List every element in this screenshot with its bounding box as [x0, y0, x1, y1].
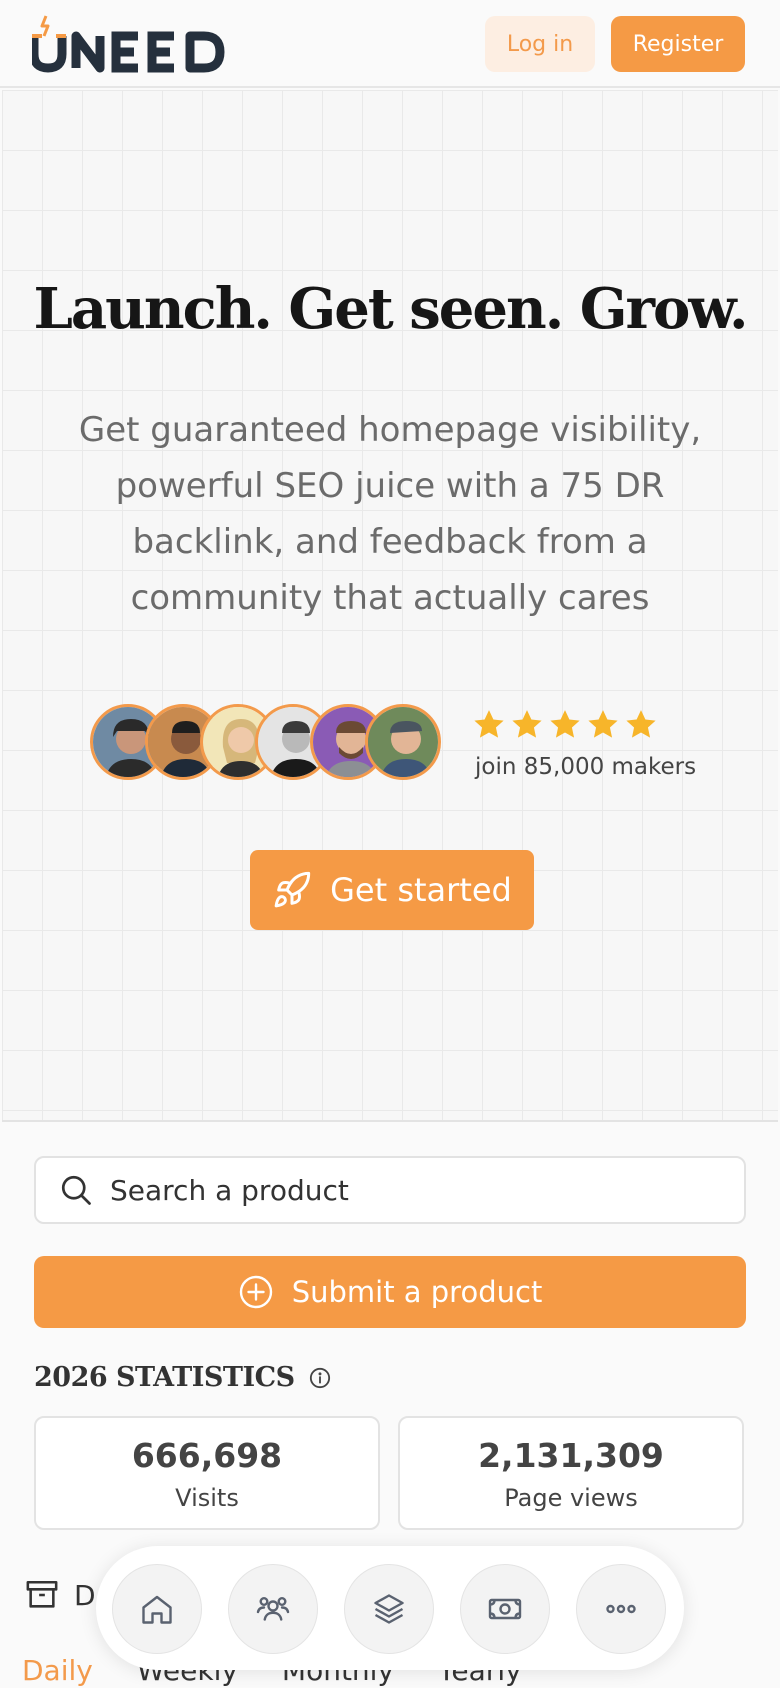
- search-icon: [61, 1175, 91, 1205]
- nav-home-button[interactable]: [112, 1564, 202, 1654]
- statistics-heading: 2026 STATISTICS: [34, 1362, 331, 1393]
- community-icon: [256, 1597, 290, 1621]
- hero-subtitle: Get guaranteed homepage visibility, powe…: [78, 410, 702, 618]
- stat-card-page-views: 2,131,309 Page views: [398, 1416, 744, 1530]
- get-started-button[interactable]: Get started: [250, 850, 534, 930]
- maker-avatars: [90, 704, 460, 786]
- hero-section: Launch. Get seen. Grow. Get guaranteed h…: [2, 90, 778, 1122]
- layers-icon: [374, 1594, 404, 1624]
- hero-title: Launch. Get seen. Grow.: [33, 276, 749, 342]
- star-icon: [512, 710, 542, 738]
- rating-stars: [472, 708, 658, 748]
- top-header: Log in Register: [0, 0, 780, 88]
- uneed-logo[interactable]: [32, 14, 240, 74]
- star-icon: [588, 710, 618, 738]
- star-icon: [474, 710, 504, 738]
- stat-label: Page views: [504, 1484, 638, 1512]
- stat-value: 666,698: [131, 1436, 283, 1475]
- section-header: D: [24, 1578, 96, 1612]
- search-bar[interactable]: [34, 1156, 746, 1224]
- bottom-navigation: [96, 1546, 684, 1670]
- stat-card-visits: 666,698 Visits: [34, 1416, 380, 1530]
- register-button[interactable]: Register: [611, 16, 745, 72]
- submit-product-label: Submit a product: [291, 1275, 543, 1309]
- star-icon: [626, 710, 656, 738]
- stat-value: 2,131,309: [478, 1436, 664, 1475]
- nav-money-button[interactable]: [460, 1564, 550, 1654]
- stat-label: Visits: [175, 1484, 239, 1512]
- info-icon[interactable]: [309, 1367, 331, 1389]
- section-label: D: [74, 1578, 96, 1612]
- search-input[interactable]: [108, 1172, 712, 1208]
- get-started-label: Get started: [330, 871, 512, 909]
- nav-more-button[interactable]: [576, 1564, 666, 1654]
- more-icon: [606, 1604, 636, 1614]
- star-icon: [550, 710, 580, 738]
- nav-community-button[interactable]: [228, 1564, 318, 1654]
- rocket-icon: [274, 871, 311, 908]
- plus-circle-icon: [239, 1275, 272, 1309]
- login-button[interactable]: Log in: [485, 16, 595, 72]
- makers-count-text: join 85,000 makers: [475, 754, 697, 780]
- home-icon: [142, 1595, 172, 1624]
- nav-layers-button[interactable]: [344, 1564, 434, 1654]
- avatar: [365, 704, 441, 780]
- archive-icon: [26, 1580, 58, 1608]
- statistics-title: 2026 STATISTICS: [34, 1362, 295, 1393]
- tab-daily[interactable]: Daily: [22, 1654, 93, 1687]
- money-icon: [488, 1598, 522, 1620]
- submit-product-button[interactable]: Submit a product: [34, 1256, 746, 1328]
